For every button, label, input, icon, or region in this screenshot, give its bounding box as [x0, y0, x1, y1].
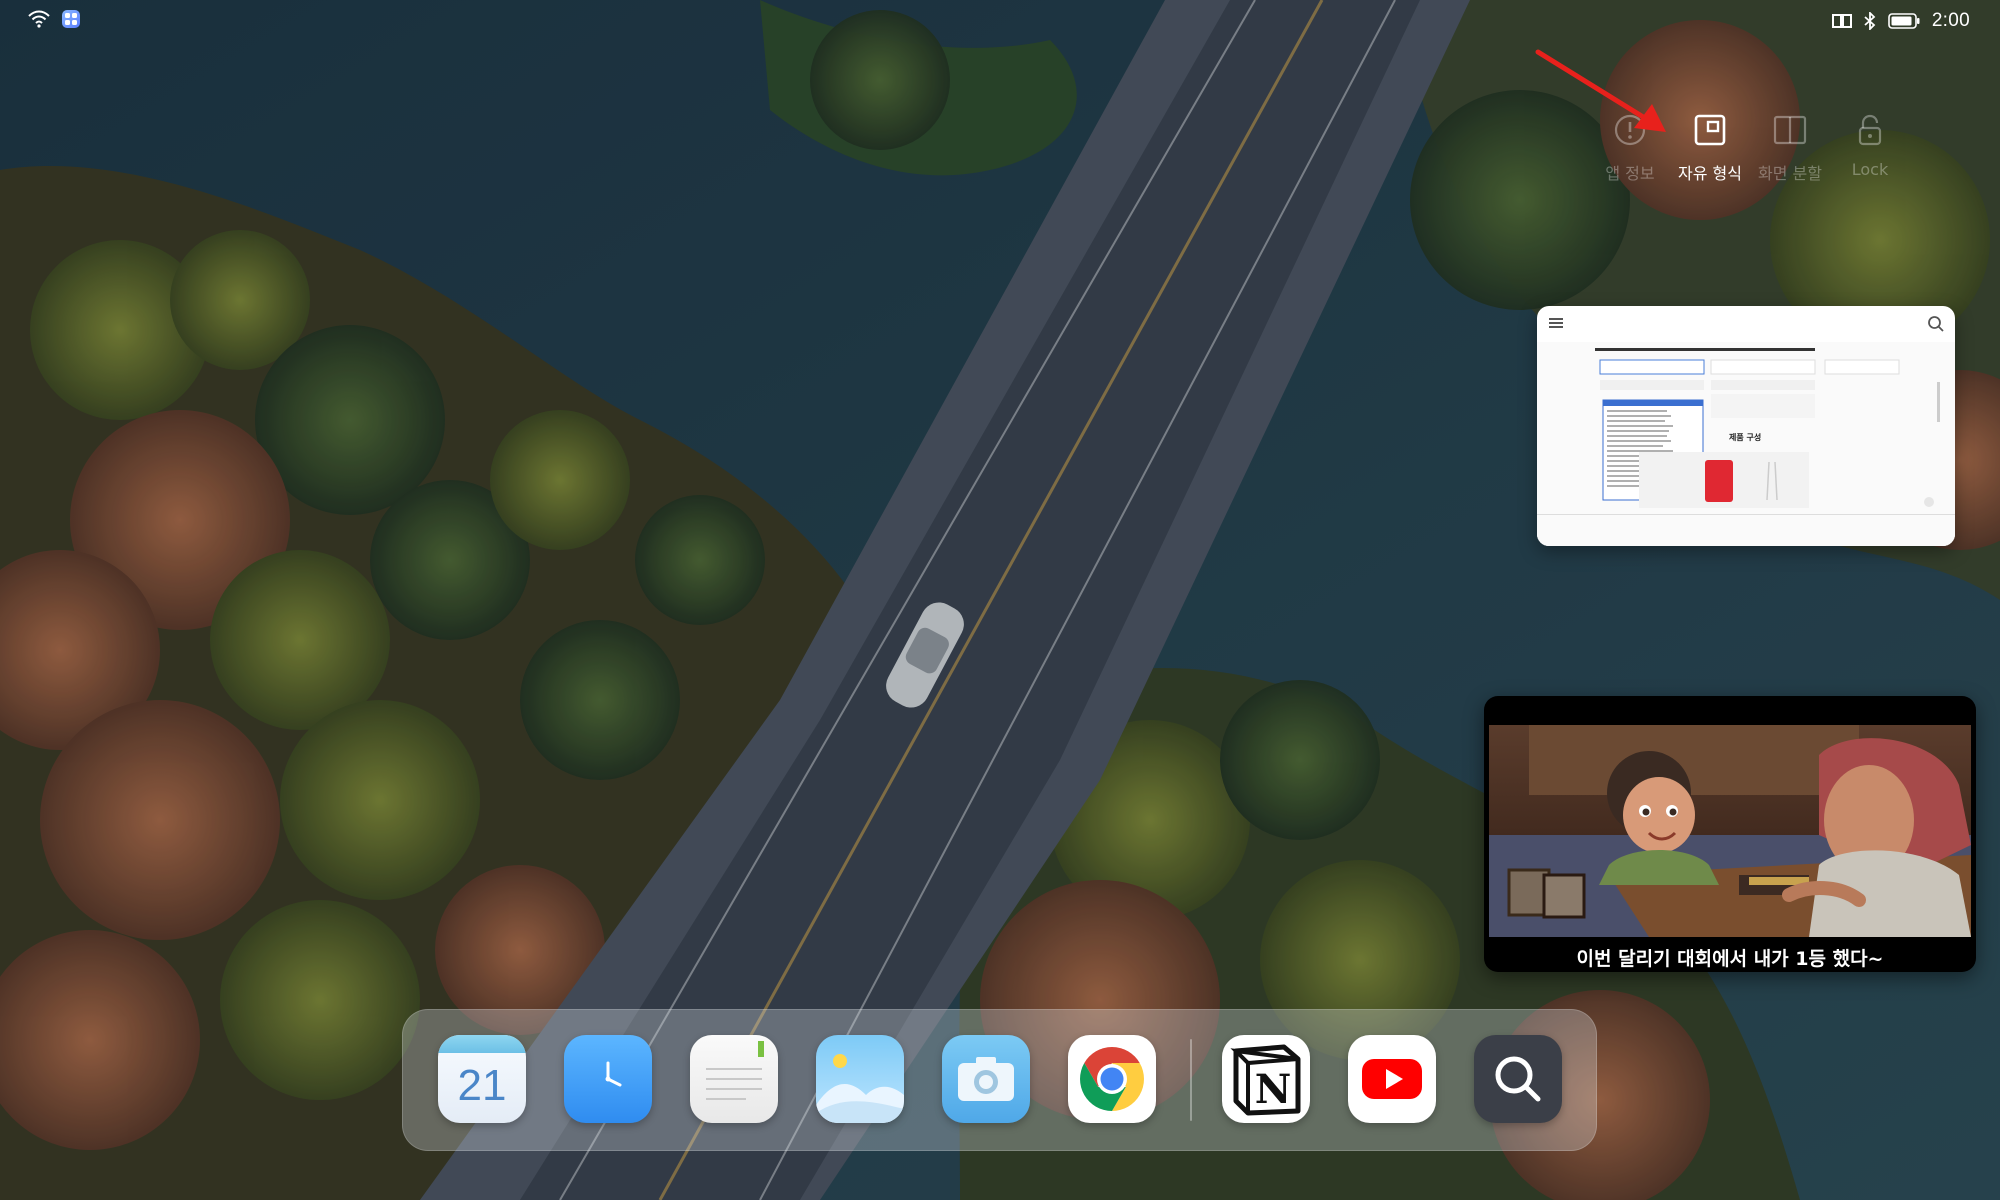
bluetooth-icon [1864, 12, 1876, 30]
notes-icon [706, 1041, 764, 1100]
notion-letter: N [1255, 1066, 1292, 1113]
gallery-icon [816, 1054, 904, 1123]
browser-page[interactable]: 제품 구성 [1537, 342, 1955, 546]
dock-app-chrome[interactable] [1068, 1035, 1156, 1123]
browser-toolbar [1537, 306, 1955, 342]
dock-app-calendar[interactable]: 21 [438, 1035, 526, 1123]
lock-label: Lock [1851, 160, 1889, 179]
annotation-arrow-icon [1535, 49, 1666, 132]
youtube-icon [1362, 1059, 1422, 1099]
app-notification-icon [62, 10, 80, 28]
floating-window-icon [1694, 114, 1726, 146]
browser-page-heading: 제품 구성 [1729, 432, 1761, 442]
page-thumbnail: 제품 구성 [1537, 342, 1955, 546]
status-bar: 2:00 [0, 0, 2000, 44]
split-screen-icon [1773, 115, 1807, 145]
battery-icon [1888, 13, 1920, 29]
search-icon[interactable] [1927, 315, 1945, 333]
status-time: 2:00 [1931, 10, 1970, 31]
clock-icon [605, 1061, 622, 1087]
floating-browser-window[interactable]: 제품 구성 [1537, 306, 1955, 546]
dock-app-youtube[interactable] [1348, 1035, 1436, 1123]
dock-app-search[interactable] [1474, 1035, 1562, 1123]
dock-app-notes[interactable] [690, 1035, 778, 1123]
calendar-day: 21 [457, 1061, 507, 1110]
lock-button[interactable]: Lock [1830, 112, 1910, 184]
camera-icon [958, 1057, 1014, 1101]
split-screen-label: 화면 분할 [1758, 164, 1822, 183]
chrome-icon [1080, 1047, 1144, 1111]
floating-window-label: 자유 형식 [1678, 164, 1742, 183]
video-subtitle: 이번 달리기 대회에서 내가 1등 했다~ [1576, 948, 1884, 970]
dock-app-gallery[interactable] [816, 1035, 904, 1123]
lock-icon [1858, 114, 1882, 146]
wifi-icon [28, 10, 50, 28]
reader-mode-icon [1831, 14, 1852, 28]
floating-video-window[interactable]: 이번 달리기 대회에서 내가 1등 했다~ [1484, 696, 1976, 972]
dock-separator [1190, 1039, 1192, 1121]
split-screen-button[interactable]: 화면 분할 [1750, 112, 1830, 184]
dock-app-notion[interactable]: N [1222, 1035, 1310, 1123]
floating-window-button[interactable]: 자유 형식 [1670, 112, 1750, 184]
dock-app-clock[interactable] [564, 1035, 652, 1123]
app-info-label: 앱 정보 [1605, 164, 1655, 183]
dock-app-camera[interactable] [942, 1035, 1030, 1123]
menu-icon[interactable] [1549, 318, 1563, 320]
dock: 21 N [402, 1009, 1597, 1151]
notion-icon: N [1230, 1044, 1301, 1116]
video-frame [1489, 725, 1971, 937]
search-icon [1495, 1056, 1541, 1102]
